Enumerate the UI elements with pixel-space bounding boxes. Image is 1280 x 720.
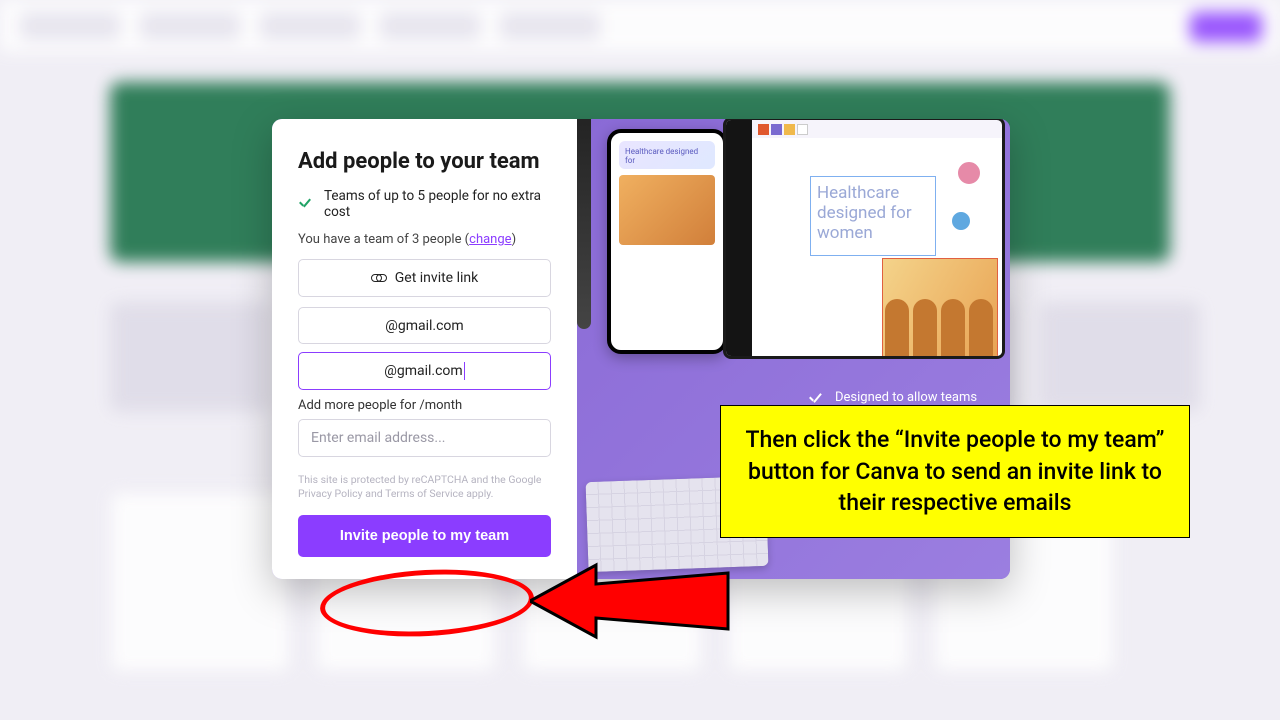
change-link[interactable]: change [469,232,511,247]
tablet-textbox: Healthcare designed for women [810,176,936,256]
check-icon [298,196,314,212]
invite-people-button[interactable]: Invite people to my team [298,515,551,557]
avatar-2 [950,210,972,232]
text-cursor [464,362,465,380]
pen-graphic [577,119,591,329]
email1-value: @gmail.com [385,318,463,334]
email-input-1[interactable]: @gmail.com [298,307,551,345]
tablet-mockup: Healthcare designed for women [723,119,1005,359]
phone-image [619,175,715,245]
topbar [0,0,1280,52]
get-link-label: Get invite link [395,270,478,286]
email3-placeholder: Enter email address... [311,430,445,446]
benefit-line: Teams of up to 5 people for no extra cos… [298,188,551,220]
team-status-suffix: ) [512,232,517,247]
add-more-label: Add more people for /month [298,398,551,413]
modal-form: Add people to your team Teams of up to 5… [272,119,577,579]
team-status: You have a team of 3 people (change) [298,232,551,247]
link-icon [371,273,387,283]
tablet-image [882,258,998,359]
get-invite-link-button[interactable]: Get invite link [298,259,551,297]
modal-title: Add people to your team [298,149,551,174]
benefit-text: Teams of up to 5 people for no extra cos… [324,188,551,220]
instruction-callout: Then click the “Invite people to my team… [720,405,1190,538]
email-input-3[interactable]: Enter email address... [298,419,551,457]
email2-value: @gmail.com [384,363,462,379]
phone-card-text: Healthcare designed for [619,141,715,169]
upgrade-button[interactable] [1190,12,1262,42]
team-status-prefix: You have a team of 3 people ( [298,232,469,247]
palette-icon [758,124,808,135]
phone-mockup: Healthcare designed for [607,129,727,354]
email-input-2[interactable]: @gmail.com [298,352,551,390]
legal-text: This site is protected by reCAPTCHA and … [298,473,551,501]
avatar-1 [956,160,982,186]
